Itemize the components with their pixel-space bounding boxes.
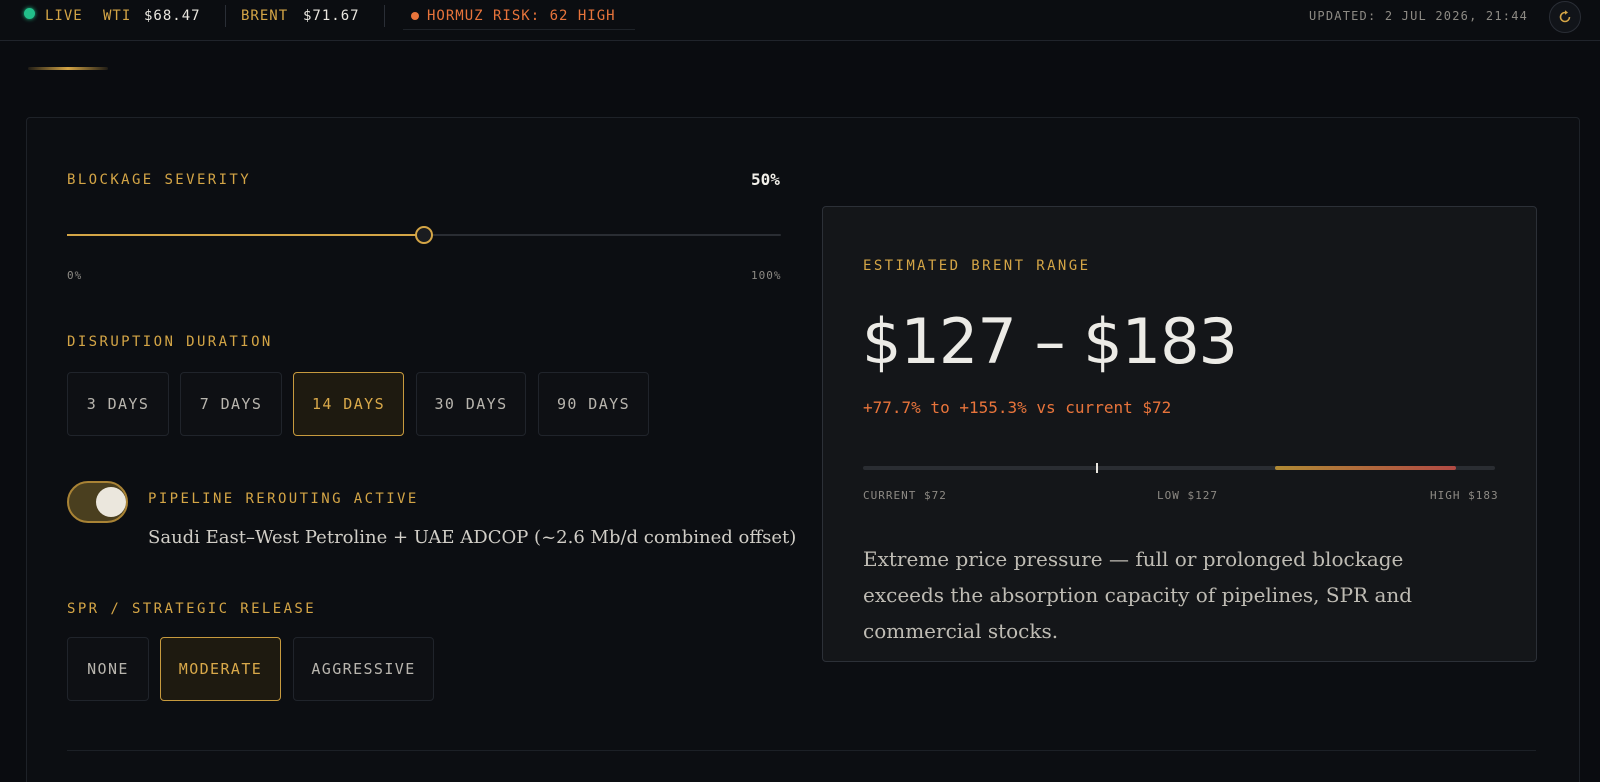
spr-option-none[interactable]: NONE [67,637,149,701]
high-price-label: HIGH $183 [1430,489,1499,502]
wti-label: WTI [103,8,132,24]
refresh-button[interactable] [1549,1,1581,33]
current-price-marker [1096,463,1099,473]
severity-slider-fill [67,234,424,236]
assessment-text: Extreme price pressure — full or prolong… [863,547,1413,643]
pipeline-rerouting-toggle[interactable] [67,481,128,523]
duration-option-3-days[interactable]: 3 DAYS [67,372,169,436]
risk-dot-icon [411,12,419,20]
accent-line [28,67,108,70]
price-range-fill [1274,466,1457,470]
severity-value: 50% [751,170,780,189]
live-label: LIVE [45,8,83,24]
percent-change: +77.7% to +155.3% vs current $72 [863,398,1172,417]
duration-option-14-days[interactable]: 14 DAYS [293,372,404,436]
severity-label: BLOCKAGE SEVERITY [67,172,252,188]
duration-option-90-days[interactable]: 90 DAYS [538,372,649,436]
pipeline-description: Saudi East–West Petroline + UAE ADCOP (~… [148,527,797,548]
brent-label: BRENT [241,8,289,24]
top-status-bar: LIVE WTI $68.47 BRENT $71.67 HORMUZ RISK… [0,0,1600,41]
pipeline-label: PIPELINE REROUTING ACTIVE [148,491,419,507]
estimated-price-range: $127 – $183 [862,305,1238,378]
divider [225,5,226,27]
section-divider [67,750,1536,751]
brent-price: $71.67 [303,8,360,24]
low-price-label: LOW $127 [1157,489,1218,502]
spr-option-aggressive[interactable]: AGGRESSIVE [293,637,434,701]
spr-option-moderate[interactable]: MODERATE [160,637,281,701]
price-range-bar [863,463,1495,473]
current-price-label: CURRENT $72 [863,489,947,502]
refresh-icon [1559,10,1571,23]
severity-slider-thumb[interactable] [415,226,433,244]
duration-label: DISRUPTION DURATION [67,334,273,350]
severity-max-label: 100% [751,269,782,282]
result-label: ESTIMATED BRENT RANGE [863,258,1091,274]
duration-option-7-days[interactable]: 7 DAYS [180,372,282,436]
duration-option-30-days[interactable]: 30 DAYS [416,372,526,436]
live-indicator-icon [24,8,35,19]
wti-price: $68.47 [144,8,201,24]
hormuz-risk-label: HORMUZ RISK: 62 HIGH [427,8,616,24]
updated-timestamp: UPDATED: 2 JUL 2026, 21:44 [1309,9,1529,23]
severity-min-label: 0% [67,269,83,282]
divider [384,5,385,27]
toggle-knob [96,487,126,517]
spr-label: SPR / STRATEGIC RELEASE [67,601,317,617]
